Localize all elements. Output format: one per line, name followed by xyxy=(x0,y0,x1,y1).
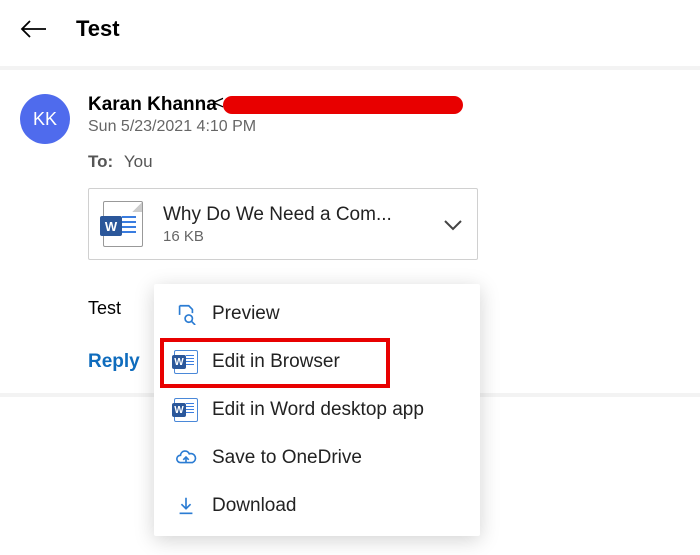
chevron-down-icon[interactable] xyxy=(443,218,463,230)
dropdown-download[interactable]: Download xyxy=(154,482,480,530)
sent-date: Sun 5/23/2021 4:10 PM xyxy=(88,118,680,136)
onedrive-icon xyxy=(174,446,198,470)
dropdown-label: Edit in Browser xyxy=(212,351,340,373)
to-value: You xyxy=(124,152,153,171)
sender-name: Karan Khanna xyxy=(88,94,217,116)
to-line: To: You xyxy=(88,152,680,172)
avatar[interactable]: KK xyxy=(20,94,70,144)
dropdown-label: Save to OneDrive xyxy=(212,447,362,469)
dropdown-edit-browser[interactable]: W Edit in Browser xyxy=(154,338,480,386)
attachment-name: Why Do We Need a Com... xyxy=(163,204,423,226)
dropdown-preview[interactable]: Preview xyxy=(154,290,480,338)
attachment-size: 16 KB xyxy=(163,228,423,245)
preview-icon xyxy=(174,302,198,326)
dropdown-label: Edit in Word desktop app xyxy=(212,399,424,421)
sender-info: Karan Khanna Sun 5/23/2021 4:10 PM xyxy=(88,94,680,144)
word-icon: W xyxy=(174,350,198,374)
page-title: Test xyxy=(76,16,120,42)
download-icon xyxy=(174,494,198,518)
message-header-bar: Test xyxy=(0,0,700,66)
dropdown-label: Preview xyxy=(212,303,280,325)
word-document-icon: W xyxy=(103,201,143,247)
sender-email-redacted xyxy=(223,96,463,114)
attachment-dropdown: Preview W Edit in Browser W Edit in Word… xyxy=(154,284,480,536)
dropdown-edit-desktop[interactable]: W Edit in Word desktop app xyxy=(154,386,480,434)
sender-line: Karan Khanna xyxy=(88,94,680,116)
to-label: To: xyxy=(88,152,113,171)
dropdown-label: Download xyxy=(212,495,297,517)
word-icon: W xyxy=(174,398,198,422)
back-icon[interactable] xyxy=(20,19,48,39)
dropdown-save-onedrive[interactable]: Save to OneDrive xyxy=(154,434,480,482)
attachment-info: Why Do We Need a Com... 16 KB xyxy=(163,204,423,245)
attachment-card[interactable]: W Why Do We Need a Com... 16 KB xyxy=(88,188,478,260)
email-header: KK Karan Khanna Sun 5/23/2021 4:10 PM xyxy=(20,94,680,144)
